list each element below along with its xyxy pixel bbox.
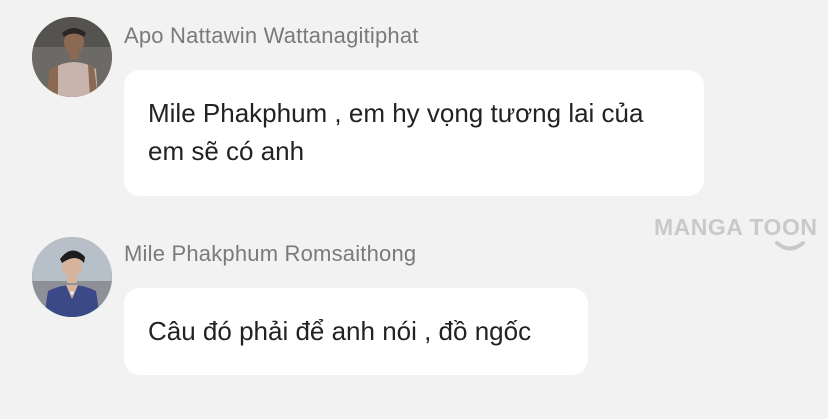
message-text: Câu đó phải để anh nói , đồ ngốc bbox=[148, 316, 532, 346]
avatar-apo-image bbox=[32, 17, 112, 97]
sender-name: Apo Nattawin Wattanagitiphat bbox=[124, 23, 419, 48]
message-text: Mile Phakphum , em hy vọng tương lai của… bbox=[148, 98, 644, 166]
avatar-mile-image bbox=[32, 237, 112, 317]
sender-name: Mile Phakphum Romsaithong bbox=[124, 241, 417, 266]
avatar-mile[interactable] bbox=[32, 237, 112, 317]
avatar-apo[interactable] bbox=[32, 17, 112, 97]
message-bubble: Câu đó phải để anh nói , đồ ngốc bbox=[124, 288, 588, 375]
watermark-text: MANGA TOON bbox=[654, 214, 818, 240]
message-bubble: Mile Phakphum , em hy vọng tương lai của… bbox=[124, 70, 704, 196]
mangatoon-watermark: MANGA TOON bbox=[654, 214, 824, 258]
smile-icon bbox=[775, 241, 805, 251]
